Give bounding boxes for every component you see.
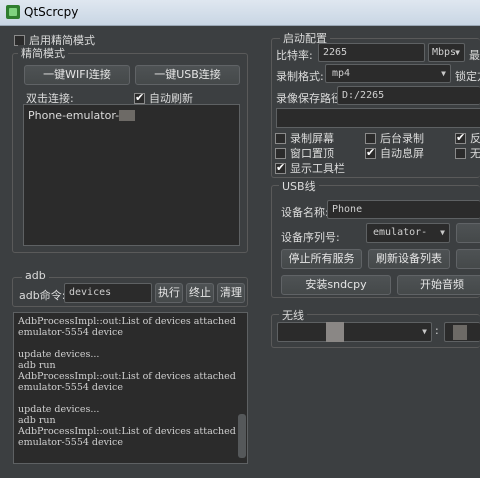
device-list[interactable]: Phone-emulator- [23, 104, 240, 246]
record-screen-checkbox[interactable]: 录制屏幕 [275, 130, 334, 146]
adb-command-label: adb命令: [19, 289, 66, 302]
log-line: emulator-5554 device [18, 382, 123, 393]
title-bar: QtScrcpy [0, 0, 480, 26]
background-record-checkbox[interactable]: 后台录制 [365, 130, 424, 146]
chevron-down-icon: ▼ [422, 327, 427, 336]
wireless-group-title: 无线 [279, 307, 307, 323]
chevron-down-icon: ▼ [455, 48, 460, 57]
simple-mode-group-title: 精简模式 [18, 45, 68, 61]
app-icon [6, 5, 20, 19]
device-list-item[interactable]: Phone-emulator- [28, 109, 136, 122]
record-screen-label: 录制屏幕 [290, 132, 334, 145]
serial-select[interactable]: emulator- ▼ [366, 223, 450, 243]
background-record-label: 后台录制 [380, 132, 424, 145]
wifi-connect-button[interactable]: 一键WIFI连接 [24, 65, 130, 85]
serial-value: emulator- [373, 227, 428, 238]
no-border-box[interactable] [455, 148, 466, 159]
record-format-value: mp4 [332, 68, 351, 79]
record-format-label: 录制格式: [276, 70, 324, 83]
show-toolbar-label: 显示工具栏 [290, 162, 345, 175]
adb-group-title: adb [22, 269, 49, 282]
start-audio-button[interactable]: 开始音频 [397, 275, 480, 295]
log-line: update devices... [18, 349, 100, 360]
clear-button[interactable]: 清理 [217, 283, 245, 303]
record-path-label: 录像保存路径 [276, 92, 342, 105]
redacted-block [453, 325, 467, 340]
bitrate-input[interactable]: 2265 [318, 43, 425, 62]
always-on-top-label: 窗口置顶 [290, 147, 334, 160]
max-size-label: 最 [469, 49, 480, 62]
reverse-checkbox[interactable]: 反 [455, 130, 480, 146]
bitrate-label: 比特率: [276, 49, 313, 62]
record-path-input[interactable]: D:/2265 [337, 86, 480, 105]
chevron-down-icon: ▼ [441, 69, 446, 78]
usb-group-title: USB线 [279, 178, 319, 194]
always-on-top-checkbox[interactable]: 窗口置顶 [275, 145, 334, 161]
redacted-block [326, 322, 344, 342]
auto-screen-off-checkbox[interactable]: 自动息屏 [365, 145, 424, 161]
auto-refresh-checkbox-box[interactable] [134, 91, 145, 104]
record-path-text-area[interactable] [276, 108, 480, 128]
usb-connect-button[interactable]: 一键USB连接 [135, 65, 240, 85]
bitrate-unit-select[interactable]: Mbps ▼ [428, 43, 465, 62]
wireless-port-input[interactable] [444, 322, 480, 342]
log-scrollbar[interactable] [238, 414, 246, 458]
record-format-select[interactable]: mp4 ▼ [325, 64, 451, 83]
log-line: adb run [18, 360, 56, 371]
stop-all-services-button[interactable]: 停止所有服务 [281, 249, 362, 269]
log-line: AdbProcessImpl::out:List of devices atta… [18, 426, 236, 437]
auto-screen-off-label: 自动息屏 [380, 147, 424, 160]
lock-orientation-label: 锁定方 [455, 70, 480, 83]
install-sndcpy-button[interactable]: 安装sndcpy [281, 275, 391, 295]
log-line: update devices... [18, 404, 100, 415]
log-line: AdbProcessImpl::out:List of devices atta… [18, 316, 236, 327]
no-border-checkbox[interactable]: 无 [455, 145, 480, 161]
bitrate-unit-value: Mbps [432, 47, 457, 58]
redacted-block [119, 110, 136, 121]
log-line: adb run [18, 415, 56, 426]
usb-extra-button-2[interactable] [456, 249, 480, 269]
window-title: QtScrcpy [24, 5, 79, 19]
show-toolbar-checkbox[interactable]: 显示工具栏 [275, 160, 345, 176]
reverse-box[interactable] [455, 131, 466, 144]
refresh-device-list-button[interactable]: 刷新设备列表 [368, 249, 450, 269]
reverse-label: 反 [470, 132, 480, 145]
always-on-top-box[interactable] [275, 148, 286, 159]
show-toolbar-box[interactable] [275, 161, 286, 174]
ip-port-separator: : [435, 324, 439, 337]
log-line: emulator-5554 device [18, 327, 123, 338]
device-item-label: Phone-emulator- [28, 109, 120, 122]
record-screen-box[interactable] [275, 133, 286, 144]
log-line: AdbProcessImpl::out:List of devices atta… [18, 371, 236, 382]
adb-command-input[interactable]: devices [64, 283, 152, 303]
chevron-down-icon: ▼ [440, 228, 445, 237]
device-name-label: 设备名称: [281, 206, 329, 219]
serial-label: 设备序列号: [281, 231, 340, 244]
no-border-label: 无 [470, 147, 480, 160]
log-line: emulator-5554 device [18, 437, 123, 448]
execute-button[interactable]: 执行 [155, 283, 183, 303]
usb-extra-button[interactable] [456, 223, 480, 243]
background-record-box[interactable] [365, 133, 376, 144]
wireless-ip-select[interactable]: ▼ [277, 322, 432, 342]
terminate-button[interactable]: 终止 [186, 283, 214, 303]
auto-screen-off-box[interactable] [365, 146, 376, 159]
device-name-input[interactable]: Phone [327, 200, 480, 219]
log-output[interactable]: AdbProcessImpl::out:List of devices atta… [13, 312, 248, 464]
